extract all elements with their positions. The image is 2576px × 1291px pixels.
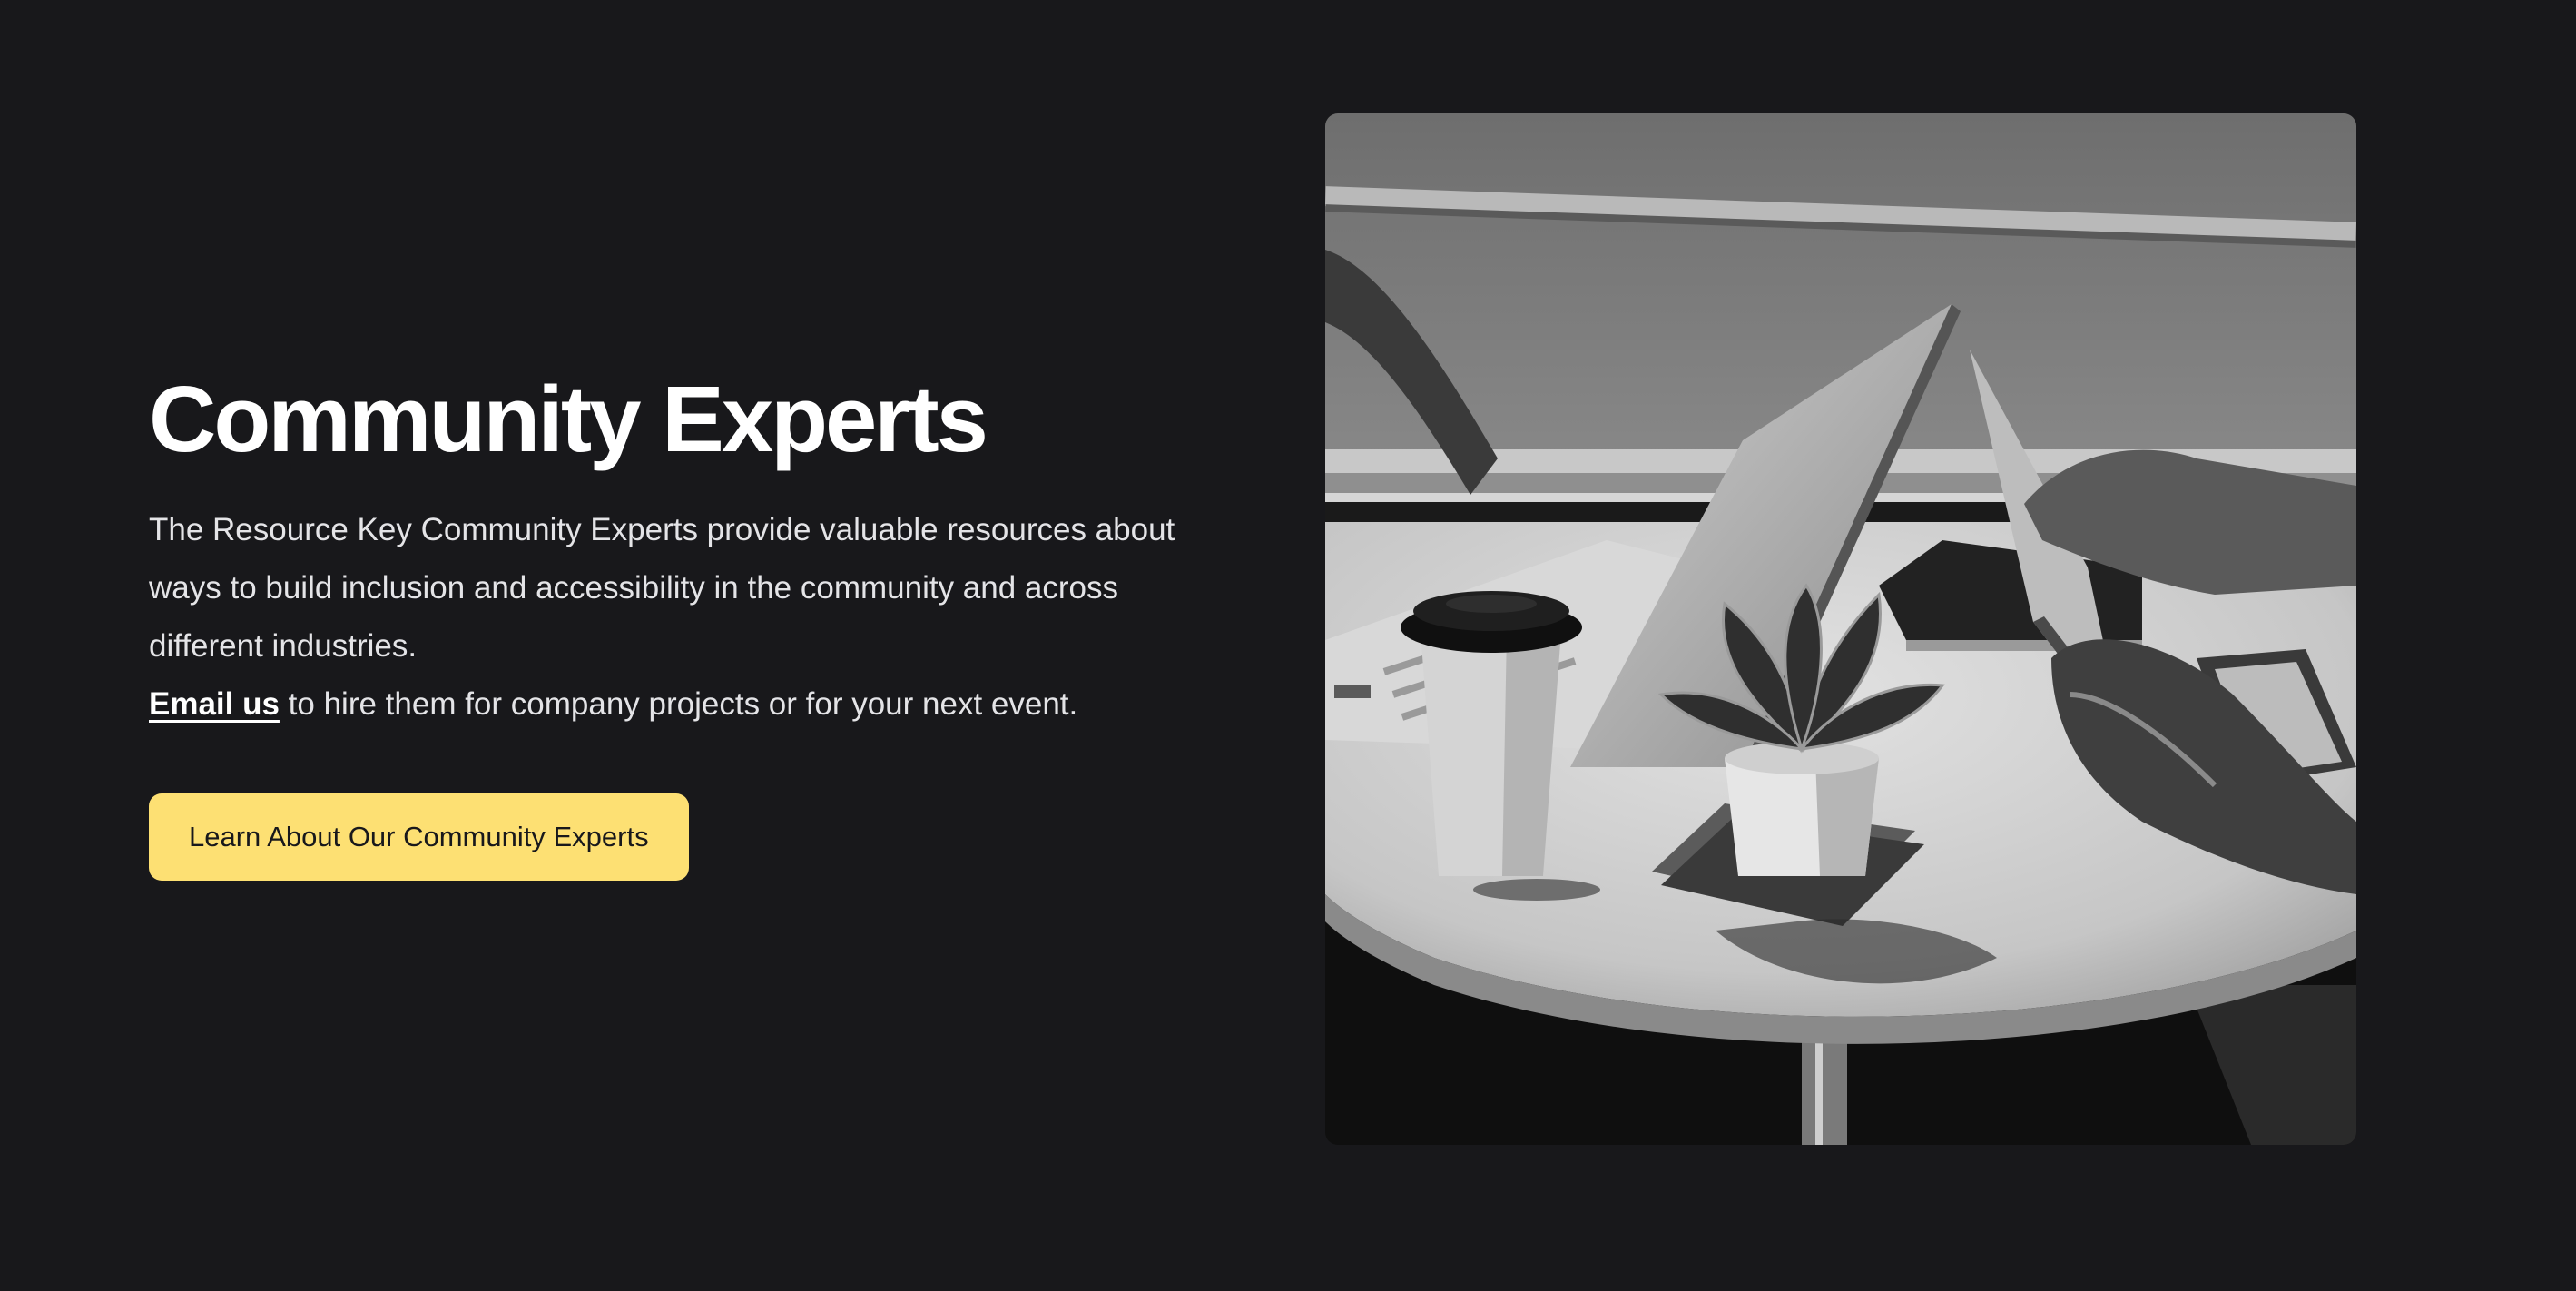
email-followup-text: to hire them for company projects or for… [279,686,1078,722]
intro-text-column: Community Experts The Resource Key Commu… [149,363,1193,881]
section-description-paragraph: The Resource Key Community Experts provi… [149,501,1193,734]
section-title: Community Experts [149,367,988,471]
section-description: The Resource Key Community Experts provi… [149,512,1175,664]
learn-about-community-experts-button[interactable]: Learn About Our Community Experts [149,793,689,881]
community-experts-section: Community Experts The Resource Key Commu… [0,0,2576,1291]
email-us-link[interactable]: Email us [149,686,280,722]
community-experts-photo [1325,113,2356,1145]
